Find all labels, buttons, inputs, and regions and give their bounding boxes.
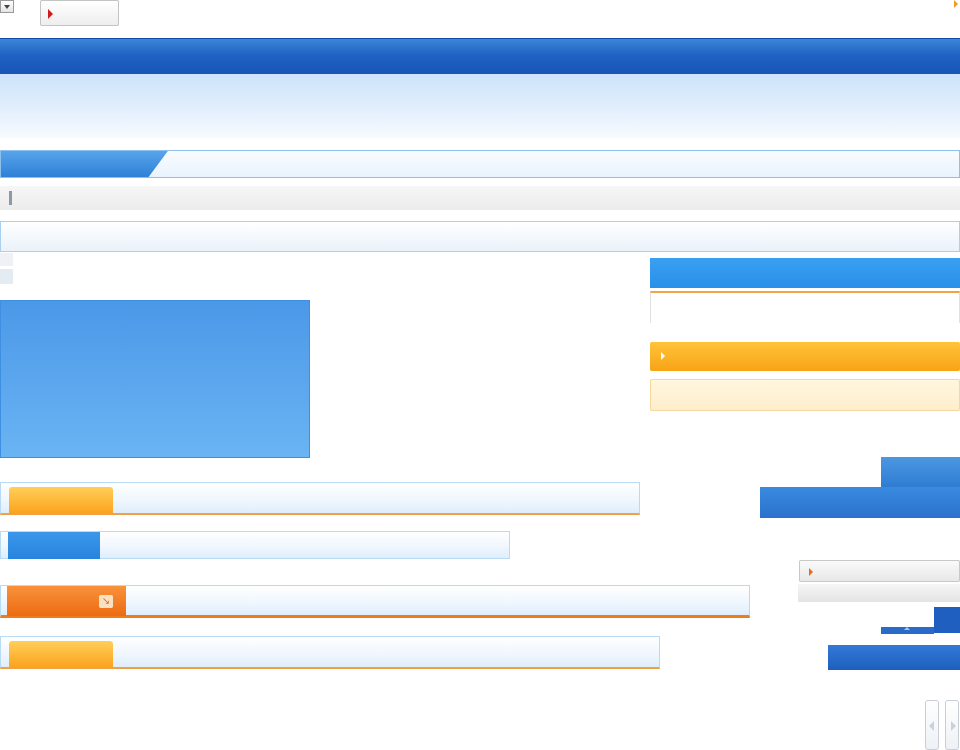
sidebar-notice <box>650 379 960 411</box>
tab-bar-2 <box>0 531 510 559</box>
top-button[interactable] <box>40 0 119 26</box>
list-item <box>0 269 13 284</box>
chevron-down-icon[interactable] <box>0 0 14 13</box>
main-nav-bar <box>0 38 960 74</box>
sidebar-button[interactable] <box>799 560 960 582</box>
play-arrow-icon <box>809 568 813 576</box>
tab-active[interactable] <box>8 532 100 559</box>
chevron-left-icon[interactable] <box>925 700 939 750</box>
list-item <box>0 253 13 266</box>
sidebar-header <box>650 258 960 288</box>
sidebar-tab-bar <box>760 487 960 518</box>
sidebar-footer-bar <box>828 645 960 670</box>
play-arrow-icon <box>661 352 665 360</box>
sidebar-nav-tab[interactable] <box>881 627 934 634</box>
feature-panel <box>0 300 310 458</box>
sidebar-strip <box>798 584 960 602</box>
tab-bar-3: ↘ <box>0 585 750 618</box>
sidebar-tab[interactable] <box>881 457 960 487</box>
tab-bar-4 <box>0 636 660 669</box>
sidebar-square-tab[interactable] <box>934 607 960 633</box>
chevron-right-icon[interactable] <box>945 700 959 750</box>
external-arrow-icon[interactable]: ↘ <box>99 595 113 608</box>
section-tab-active[interactable] <box>1 151 168 177</box>
arrow-right-icon[interactable] <box>954 0 958 8</box>
sidebar-box <box>650 291 960 323</box>
tab-bar-1 <box>0 482 640 515</box>
toolbar-strip <box>0 186 960 210</box>
tab-active[interactable] <box>9 487 113 514</box>
tab-active[interactable]: ↘ <box>7 586 126 616</box>
play-arrow-icon <box>48 9 53 19</box>
sidebar-orange-bar[interactable] <box>650 342 960 371</box>
tab-active[interactable] <box>9 641 113 668</box>
hero-banner <box>0 74 960 138</box>
divider-handle <box>9 191 12 205</box>
info-bar <box>0 221 960 252</box>
section-tab-bar <box>0 150 960 178</box>
